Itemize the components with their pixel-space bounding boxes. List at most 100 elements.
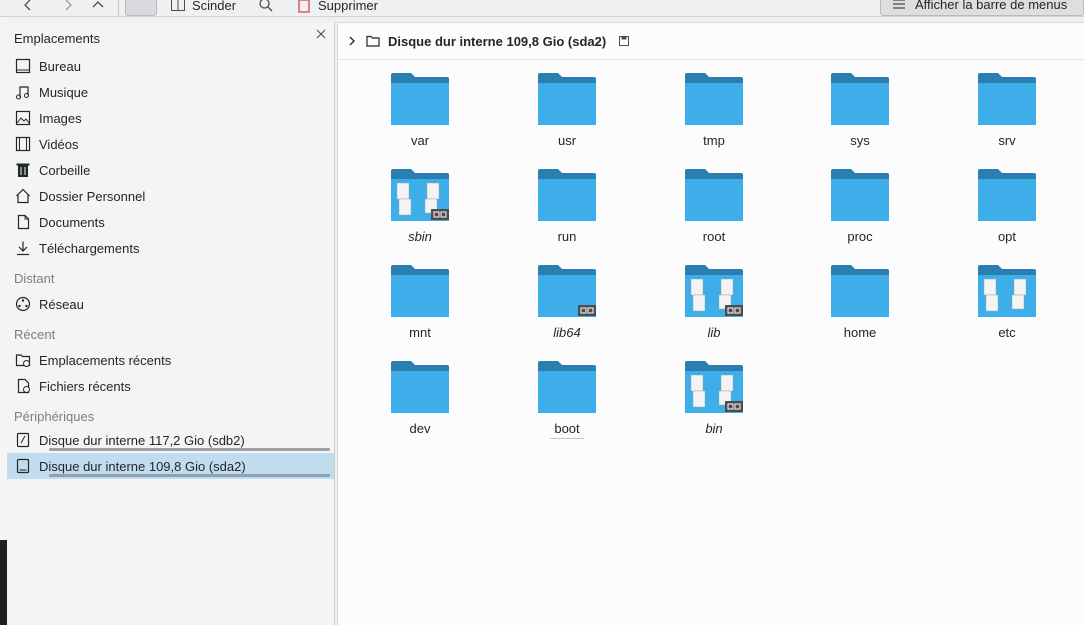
folder-icon xyxy=(366,35,380,47)
save-icon xyxy=(619,36,630,46)
folder-icon xyxy=(391,169,449,221)
menu-icon xyxy=(893,0,905,9)
recent-folder-icon xyxy=(15,352,31,368)
folder-item[interactable]: usr xyxy=(507,61,627,157)
folder-item[interactable]: boot xyxy=(507,349,627,445)
back-button[interactable] xyxy=(20,0,36,16)
folder-name: bin xyxy=(705,421,723,436)
sidebar-item-images[interactable]: Images xyxy=(7,105,334,131)
harddisk-icon xyxy=(15,458,31,474)
folder-item[interactable]: lib64 xyxy=(507,253,627,349)
folder-item[interactable]: dev xyxy=(360,349,480,445)
folder-name: opt xyxy=(997,229,1017,244)
show-menubar-label: Afficher la barre de menus xyxy=(915,0,1068,12)
folder-icon xyxy=(978,73,1036,125)
folder-name: root xyxy=(702,229,726,244)
folder-name: dev xyxy=(409,421,431,436)
split-view-icon xyxy=(171,0,185,11)
recent-file-icon xyxy=(15,378,31,394)
folder-name: srv xyxy=(998,133,1016,148)
folder-name: sbin xyxy=(408,229,432,244)
chevron-right-icon[interactable] xyxy=(346,35,358,47)
folder-name: sys xyxy=(850,133,870,148)
folder-name: lib64 xyxy=(553,325,581,340)
sidebar-item-corbeille[interactable]: Corbeille xyxy=(7,157,334,183)
sidebar-item-label: Bureau xyxy=(39,58,81,74)
folder-item[interactable]: srv xyxy=(947,61,1067,157)
desktop-background xyxy=(0,540,7,625)
folder-item[interactable]: proc xyxy=(800,157,920,253)
close-icon xyxy=(316,29,326,39)
folder-icon xyxy=(685,265,743,317)
sidebar-item-dossier-personnel[interactable]: Dossier Personnel xyxy=(7,183,334,209)
sidebar-item-bureau[interactable]: Bureau xyxy=(7,53,334,79)
folder-icon xyxy=(538,73,596,125)
harddisk-icon xyxy=(15,432,31,448)
show-menubar-button[interactable]: Afficher la barre de menus xyxy=(880,0,1084,16)
folder-name: proc xyxy=(847,229,873,244)
folder-name: tmp xyxy=(703,133,725,148)
sidebar-item-label: Emplacements récents xyxy=(39,352,172,368)
breadcrumb-label[interactable]: Disque dur interne 109,8 Gio (sda2) xyxy=(388,34,606,49)
folder-name: lib xyxy=(707,325,721,340)
sidebar-item-emplacements-recents[interactable]: Emplacements récents xyxy=(7,347,334,373)
places-panel: Emplacements Bureau Musique Images Vidéo… xyxy=(7,22,335,625)
document-icon xyxy=(15,214,31,230)
folder-item[interactable]: root xyxy=(654,157,774,253)
focus-underline xyxy=(550,438,584,439)
folder-name: boot xyxy=(554,421,580,436)
sidebar-item-label: Documents xyxy=(39,214,105,230)
sidebar-item-fichiers-recents[interactable]: Fichiers récents xyxy=(7,373,334,399)
folder-item[interactable]: lib xyxy=(654,253,774,349)
folder-icon xyxy=(685,361,743,413)
network-icon xyxy=(15,296,31,312)
toolbar: Scinder Supprimer Afficher la barre de m… xyxy=(0,0,1084,17)
folder-item[interactable]: mnt xyxy=(360,253,480,349)
sidebar-item-videos[interactable]: Vidéos xyxy=(7,131,334,157)
trash-icon xyxy=(15,162,31,178)
folder-name: usr xyxy=(557,133,577,148)
window-edge xyxy=(0,17,7,625)
sidebar-item-label: Téléchargements xyxy=(39,240,140,256)
sidebar-item-documents[interactable]: Documents xyxy=(7,209,334,235)
download-icon xyxy=(15,240,31,256)
sidebar-item-label: Disque dur interne 109,8 Gio (sda2) xyxy=(39,458,246,474)
sidebar-item-reseau[interactable]: Réseau xyxy=(7,291,334,317)
delete-label: Supprimer xyxy=(318,0,378,13)
folder-icon xyxy=(831,169,889,221)
places-panel-title: Emplacements xyxy=(14,31,100,46)
split-button[interactable]: Scinder xyxy=(170,0,236,16)
folder-item[interactable]: etc xyxy=(947,253,1067,349)
chevron-left-icon xyxy=(24,0,31,11)
toolbar-separator xyxy=(118,0,119,16)
folder-icon xyxy=(391,265,449,317)
folder-item[interactable]: tmp xyxy=(654,61,774,157)
sidebar-item-musique[interactable]: Musique xyxy=(7,79,334,105)
file-view: Disque dur interne 109,8 Gio (sda2) var u… xyxy=(337,22,1084,625)
folder-item[interactable]: bin xyxy=(654,349,774,445)
folder-item[interactable]: home xyxy=(800,253,920,349)
folder-item[interactable]: sbin xyxy=(360,157,480,253)
disk-usage-bar xyxy=(49,474,330,477)
folder-name: etc xyxy=(998,325,1016,340)
folder-item[interactable]: run xyxy=(507,157,627,253)
delete-button[interactable]: Supprimer xyxy=(296,0,378,16)
music-icon xyxy=(15,84,31,100)
up-button[interactable] xyxy=(90,0,106,16)
folder-item[interactable]: var xyxy=(360,61,480,157)
folder-item[interactable]: sys xyxy=(800,61,920,157)
desktop-icon xyxy=(15,58,31,74)
folder-icon xyxy=(978,169,1036,221)
folder-icon xyxy=(538,265,596,317)
sidebar-item-label: Images xyxy=(39,110,82,126)
search-button[interactable] xyxy=(258,0,274,16)
folder-item[interactable]: opt xyxy=(947,157,1067,253)
icon-view-button[interactable] xyxy=(125,0,157,16)
sidebar-item-label: Corbeille xyxy=(39,162,91,178)
section-recent: Récent xyxy=(14,327,56,342)
sidebar-item-telechargements[interactable]: Téléchargements xyxy=(7,235,334,261)
forward-button[interactable] xyxy=(60,0,76,16)
folder-name: mnt xyxy=(409,325,431,340)
sidebar-item-label: Fichiers récents xyxy=(39,378,131,394)
close-panel-button[interactable] xyxy=(314,28,328,42)
